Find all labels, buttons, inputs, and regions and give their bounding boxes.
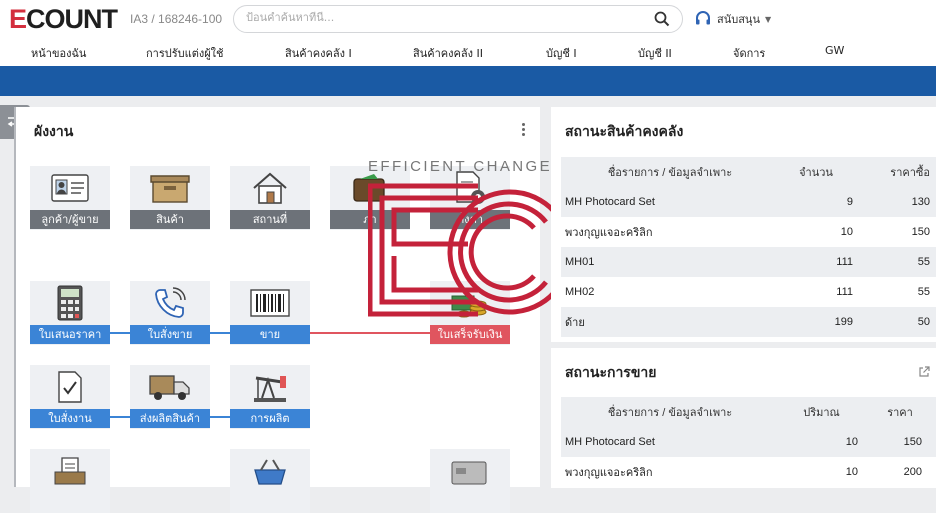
support-label: สนับสนุน bbox=[717, 13, 760, 26]
truck-icon bbox=[149, 375, 190, 400]
menu-accounting-2[interactable]: บัญชี II bbox=[638, 44, 672, 62]
flow-line bbox=[110, 416, 132, 418]
main-menu: หน้าของฉัน การปรับแต่งผู้ใช้ สินค้าคงคลั… bbox=[0, 38, 936, 66]
sales-status-panel: สถานะการขาย ชื่อรายการ / ข้อมูลจำเพาะ ปร… bbox=[551, 348, 936, 488]
column-header[interactable]: ชื่อรายการ / ข้อมูลจำเพาะ bbox=[561, 157, 779, 187]
tile-quotation[interactable]: ใบเสนอราคา bbox=[30, 281, 110, 345]
search-icon[interactable] bbox=[654, 11, 670, 27]
basket-icon bbox=[254, 459, 286, 485]
barcode-icon bbox=[250, 289, 290, 317]
inventory-title: สถานะสินค้าคงคลัง bbox=[565, 124, 684, 140]
menu-user-customize[interactable]: การปรับแต่งผู้ใช้ bbox=[146, 44, 224, 62]
table-row[interactable]: MH02 111 55 bbox=[561, 277, 936, 307]
tile-approval[interactable] bbox=[30, 449, 110, 513]
flow-line bbox=[110, 332, 132, 334]
box-icon bbox=[150, 175, 190, 203]
wallet-icon bbox=[353, 174, 385, 202]
flow-line bbox=[210, 332, 232, 334]
chevron-down-icon: ▼ bbox=[764, 14, 772, 24]
checklist-icon bbox=[58, 371, 82, 403]
tile-sales[interactable]: ขาย bbox=[230, 281, 310, 345]
tile-product[interactable]: สินค้า bbox=[130, 166, 210, 230]
settings-doc-icon bbox=[456, 171, 485, 204]
table-row[interactable]: พวงกุญแจอะคริลิก 10 200 bbox=[561, 457, 936, 487]
sales-title: สถานะการขาย bbox=[565, 365, 657, 381]
table-row[interactable]: พวงกุญแจอะคริลิก 10 150 bbox=[561, 217, 936, 247]
menu-inventory-1[interactable]: สินค้าคงคลัง I bbox=[285, 44, 352, 62]
flow-line bbox=[210, 416, 232, 418]
more-options-icon[interactable] bbox=[520, 123, 526, 139]
tile-customer-vendor[interactable]: ลูกค้า/ผู้ขาย bbox=[30, 166, 110, 230]
coins-icon bbox=[451, 295, 487, 318]
sales-table: ชื่อรายการ / ข้อมูลจำเพาะ ปริมาณ ราคา MH… bbox=[561, 397, 936, 487]
support-menu[interactable]: สนับสนุน ▼ bbox=[694, 9, 771, 29]
tile-work-order[interactable]: ใบสั่งงาน bbox=[30, 365, 110, 429]
table-row[interactable]: ด้าย 199 50 bbox=[561, 307, 936, 337]
house-icon bbox=[253, 172, 287, 204]
tile-payment[interactable] bbox=[430, 449, 510, 513]
tile-tax[interactable]: ภา bbox=[330, 166, 410, 230]
tile-sales-order[interactable]: ใบสั่งขาย bbox=[130, 281, 210, 345]
header-band bbox=[0, 66, 936, 96]
table-row[interactable]: MH01 111 55 bbox=[561, 247, 936, 277]
phone-icon bbox=[155, 287, 186, 318]
column-header[interactable]: จำนวน bbox=[779, 157, 859, 187]
external-link-icon[interactable] bbox=[918, 366, 930, 378]
column-header[interactable]: ชื่อรายการ / ข้อมูลจำเพาะ bbox=[561, 397, 779, 427]
column-header[interactable]: ปริมาณ bbox=[779, 397, 864, 427]
top-bar: ECOUNT IA3 / 168246-100 สนับสนุน ▼ bbox=[0, 0, 936, 38]
column-header[interactable]: ราคา bbox=[864, 397, 936, 427]
inbox-document-icon bbox=[54, 457, 86, 485]
headset-icon bbox=[696, 11, 710, 25]
workflow-title: ผังงาน bbox=[34, 124, 74, 140]
search-box bbox=[233, 5, 683, 33]
workflow-panel: ผังงาน ลูกค้า/ผู้ขาย สินค้า สถานที่ ภา ต… bbox=[14, 107, 540, 513]
table-row[interactable]: MH Photocard Set 9 130 bbox=[561, 187, 936, 217]
menu-my-page[interactable]: หน้าของฉัน bbox=[31, 44, 86, 62]
company-code: IA3 / 168246-100 bbox=[130, 12, 223, 26]
menu-accounting-1[interactable]: บัญชี I bbox=[546, 44, 577, 62]
ecount-logo[interactable]: ECOUNT bbox=[9, 5, 118, 33]
tile-production[interactable]: การผลิต bbox=[230, 365, 310, 429]
table-row[interactable]: MH Photocard Set 10 150 bbox=[561, 427, 936, 457]
id-card-icon bbox=[51, 174, 89, 202]
calculator-icon bbox=[57, 285, 83, 321]
search-input[interactable] bbox=[246, 11, 646, 24]
inventory-status-panel: สถานะสินค้าคงคลัง ชื่อรายการ / ข้อมูลจำเ… bbox=[551, 107, 936, 342]
card-icon bbox=[451, 461, 487, 485]
menu-inventory-2[interactable]: สินค้าคงคลัง II bbox=[413, 44, 483, 62]
tile-receipt[interactable]: ใบเสร็จรับเงิน bbox=[430, 281, 510, 345]
flow-line bbox=[310, 332, 432, 334]
oil-pump-icon bbox=[254, 376, 286, 402]
tile-settings[interactable]: ตั้งค่า bbox=[430, 166, 510, 230]
tile-production-shipment[interactable]: ส่งผลิตสินค้า bbox=[130, 365, 210, 429]
inventory-table: ชื่อรายการ / ข้อมูลจำเพาะ จำนวน ราคาซื้อ… bbox=[561, 157, 936, 337]
menu-gw[interactable]: GW bbox=[825, 44, 844, 57]
tile-location[interactable]: สถานที่ bbox=[230, 166, 310, 230]
column-header[interactable]: ราคาซื้อ bbox=[859, 157, 936, 187]
menu-manage[interactable]: จัดการ bbox=[733, 44, 765, 62]
tile-purchase[interactable] bbox=[230, 449, 310, 513]
